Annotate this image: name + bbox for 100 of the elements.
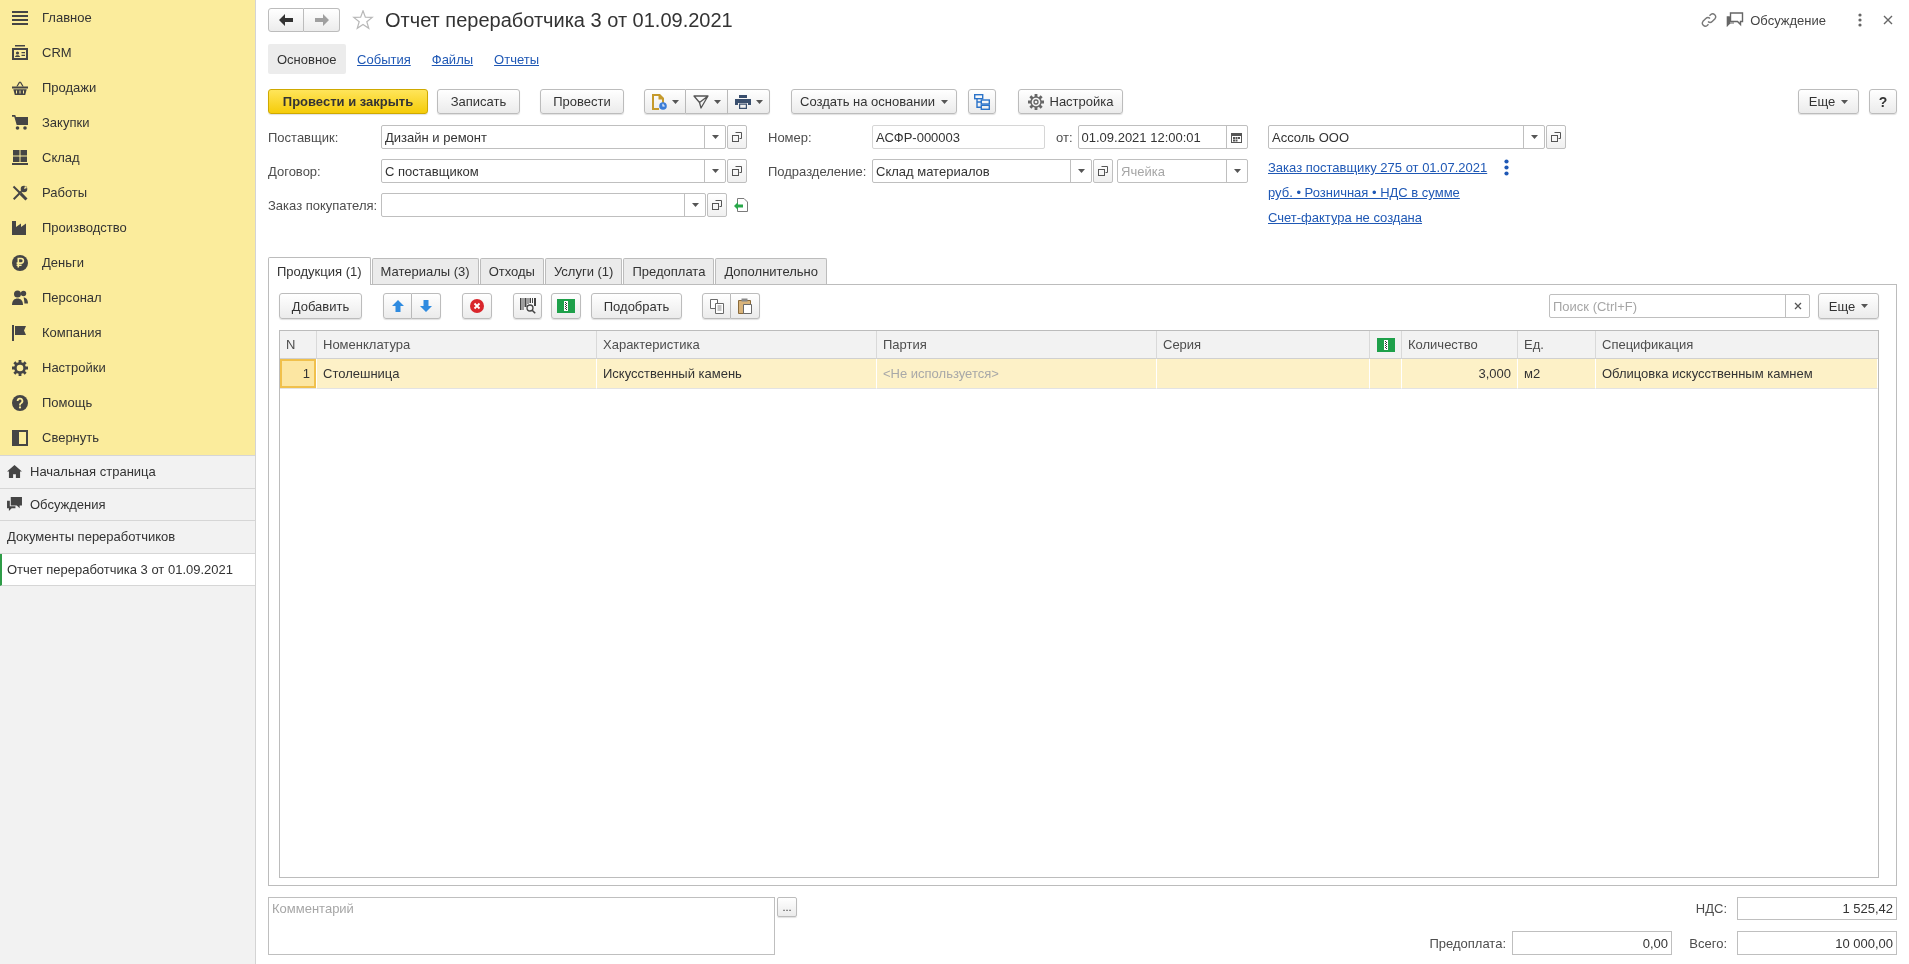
move-up-button[interactable]	[383, 293, 412, 319]
tab[interactable]: Продукция (1)	[268, 257, 371, 285]
total-label: НДС:	[1695, 901, 1728, 916]
more-icon[interactable]	[1858, 13, 1862, 27]
sidebar-item[interactable]: Настройки	[0, 350, 255, 385]
department-field[interactable]: Склад материалов	[872, 159, 1092, 183]
field-label: от:	[1056, 129, 1073, 145]
open-window-icon	[1098, 166, 1108, 176]
supplier-field[interactable]: Дизайн и ремонт	[381, 125, 726, 149]
document-icon	[651, 93, 667, 110]
copy-icon	[708, 298, 725, 314]
help-button[interactable]: ?	[1869, 89, 1897, 114]
tab[interactable]: Предоплата	[623, 258, 715, 284]
caret-icon	[755, 99, 763, 104]
open-window-item[interactable]: Обсуждения	[0, 488, 255, 521]
more-button[interactable]: Еще	[1798, 89, 1859, 114]
customer-order-field[interactable]	[381, 193, 706, 217]
sidebar-item[interactable]: Склад	[0, 140, 255, 175]
paste-button[interactable]	[731, 293, 760, 319]
settings-button[interactable]: Настройка	[1018, 89, 1123, 114]
back-button[interactable]	[268, 8, 304, 32]
factory-icon	[12, 220, 28, 235]
link[interactable]: Счет-фактура не создана	[1268, 209, 1423, 226]
more-button[interactable]: Еще	[1818, 293, 1879, 319]
star-icon[interactable]	[352, 10, 374, 30]
link[interactable]: Заказ поставщику 275 от 01.07.2021	[1268, 159, 1488, 176]
total-label: Всего:	[1689, 935, 1728, 951]
open-window-item[interactable]: Отчет переработчика 3 от 01.09.2021	[0, 553, 255, 586]
sidebar-item[interactable]: Деньги	[0, 245, 255, 280]
caret-icon	[940, 99, 948, 104]
sidebar-item[interactable]: CRM	[0, 35, 255, 70]
document-arrow-icon[interactable]	[734, 198, 748, 212]
field-label: Поставщик:	[268, 129, 340, 145]
arrow-right-icon	[314, 14, 329, 26]
number-field[interactable]: АСФР-000003	[872, 125, 1045, 149]
sidebar-item[interactable]: Закупки	[0, 105, 255, 140]
caret-icon	[711, 135, 719, 139]
discussion-button[interactable]: Обсуждение	[1726, 12, 1826, 28]
document-menu-button[interactable]	[644, 89, 686, 114]
delete-button[interactable]	[462, 293, 492, 319]
open-button[interactable]	[727, 125, 747, 149]
post-button[interactable]: Провести	[540, 89, 624, 114]
sidebar-item[interactable]: Работы	[0, 175, 255, 210]
chat-icon	[7, 497, 22, 512]
link[interactable]: руб. • Розничная • НДС в сумме	[1268, 184, 1460, 201]
print-menu-button[interactable]	[728, 89, 770, 114]
arrow-left-icon	[279, 14, 293, 26]
send-menu-button[interactable]	[686, 89, 728, 114]
column-header: Характеристика	[597, 331, 877, 359]
open-button[interactable]	[727, 159, 747, 183]
column-header: Партия	[877, 331, 1157, 359]
create-based-on-button[interactable]: Создать на основании	[791, 89, 957, 114]
date-field[interactable]: 01.09.2021 12:00:01	[1077, 125, 1248, 149]
link-icon[interactable]	[1701, 12, 1718, 28]
column-header: Ед.	[1518, 331, 1596, 359]
sidebar-item[interactable]: Продажи	[0, 70, 255, 105]
close-icon[interactable]	[1883, 15, 1893, 25]
open-window-item[interactable]: Начальная страница	[0, 456, 255, 489]
sidebar-item[interactable]: Компания	[0, 315, 255, 350]
open-button[interactable]	[1546, 125, 1566, 149]
home-icon	[7, 465, 22, 479]
sidebar-item[interactable]: Главное	[0, 0, 255, 35]
tab[interactable]: Услуги (1)	[544, 258, 623, 284]
more-button[interactable]: ...	[777, 897, 797, 917]
organization-field[interactable]: Ассоль ООО	[1268, 125, 1545, 149]
move-down-button[interactable]	[412, 293, 441, 319]
arrow-down-icon	[420, 300, 432, 312]
total-label: Предоплата:	[1429, 935, 1507, 951]
prepayment-field: 0,00	[1512, 931, 1672, 955]
tab[interactable]: Дополнительно	[715, 258, 827, 284]
barcode-search-button[interactable]	[513, 293, 542, 319]
form-tab[interactable]: Файлы	[421, 51, 484, 67]
vat-field: 1 525,42	[1737, 897, 1897, 920]
grid-icon	[12, 150, 28, 165]
tab[interactable]: Отходы	[479, 258, 544, 284]
copy-button[interactable]	[702, 293, 731, 319]
open-button[interactable]	[1093, 159, 1113, 183]
table-cell: 1	[280, 359, 317, 389]
sidebar-item[interactable]: Свернуть	[0, 420, 255, 455]
tab[interactable]: Материалы (3)	[371, 258, 479, 284]
paste-icon	[738, 298, 752, 314]
contract-field[interactable]: С поставщиком	[381, 159, 726, 183]
pick-button[interactable]: Подобрать	[591, 293, 682, 319]
marking-icon	[557, 299, 575, 313]
sidebar-item[interactable]: Производство	[0, 210, 255, 245]
sidebar-item[interactable]: Помощь	[0, 385, 255, 420]
caret-icon	[1077, 169, 1085, 173]
form-tab[interactable]: События	[346, 51, 422, 67]
sidebar-item[interactable]: Персонал	[0, 280, 255, 315]
more-icon[interactable]	[1504, 159, 1510, 176]
structure-button[interactable]	[968, 89, 996, 114]
table-cell: Искусственный камень	[597, 359, 877, 389]
open-button[interactable]	[707, 193, 727, 217]
form-tab[interactable]: Основное	[268, 44, 346, 74]
add-button[interactable]: Добавить	[279, 293, 362, 319]
form-tab[interactable]: Отчеты	[483, 51, 550, 67]
marking-button[interactable]	[551, 293, 581, 319]
post-and-close-button[interactable]: Провести и закрыть	[268, 89, 428, 114]
save-button[interactable]: Записать	[437, 89, 520, 114]
open-window-item[interactable]: Документы переработчиков	[0, 521, 255, 554]
